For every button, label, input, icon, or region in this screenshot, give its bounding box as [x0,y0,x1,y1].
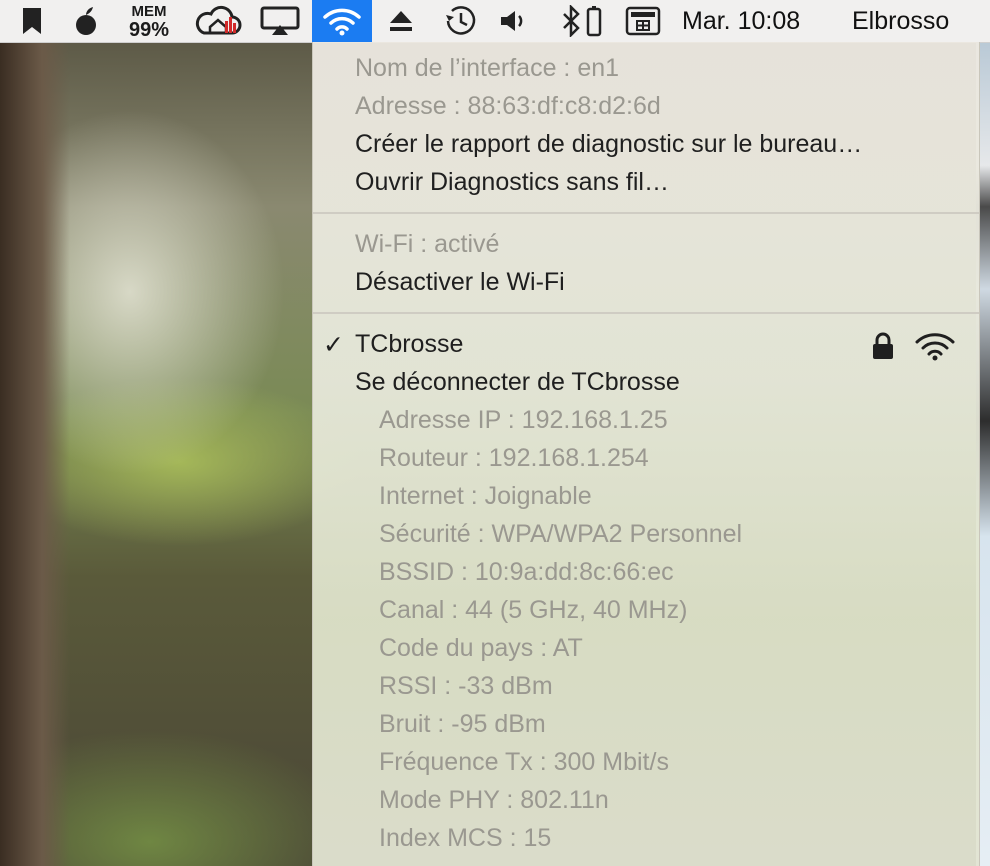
detail-noise: Bruit : -95 dBm [379,710,546,738]
interface-name-row: Nom de l’interface : en1 [313,50,979,88]
user-name[interactable]: Elbrosso [852,0,972,42]
create-report-menu-item[interactable]: Créer le rapport de diagnostic sur le bu… [313,126,979,164]
lock-icon [873,332,893,359]
create-report-label: Créer le rapport de diagnostic sur le bu… [355,130,863,158]
home-cloud-icon[interactable] [192,0,244,42]
detail-phy-mode-row: Mode PHY : 802.11n [313,782,979,820]
mac-address-label: Adresse : 88:63:df:c8:d2:6d [355,92,661,120]
wifi-status-label: Wi-Fi : activé [355,230,500,258]
detail-internet-row: Internet : Joignable [313,478,979,516]
menu-separator [313,212,979,214]
detail-security: Sécurité : WPA/WPA2 Personnel [379,520,743,548]
detail-tx-rate-row: Fréquence Tx : 300 Mbit/s [313,744,979,782]
detail-security-row: Sécurité : WPA/WPA2 Personnel [313,516,979,554]
detail-bssid: BSSID : 10:9a:dd:8c:66:ec [379,558,674,586]
apple-icon[interactable] [66,0,106,42]
detail-rssi: RSSI : -33 dBm [379,672,553,700]
detail-ip-row: Adresse IP : 192.168.1.25 [313,402,979,440]
detail-router: Routeur : 192.168.1.254 [379,444,649,472]
address-row: Adresse : 88:63:df:c8:d2:6d [313,88,979,126]
memory-value: 99% [128,19,170,41]
network-item-tcbrosse[interactable]: ✓ TCbrosse [313,326,979,364]
menu-separator [313,312,979,314]
interface-name-label: Nom de l’interface : en1 [355,54,620,82]
keyboard-icon[interactable] [622,0,664,42]
detail-channel: Canal : 44 (5 GHz, 40 MHz) [379,596,688,624]
detail-country: Code du pays : AT [379,634,583,662]
eject-icon[interactable] [384,0,418,42]
bluetooth-icon[interactable] [556,0,606,42]
network-name: TCbrosse [355,330,464,358]
detail-bssid-row: BSSID : 10:9a:dd:8c:66:ec [313,554,979,592]
detail-tx-rate: Fréquence Tx : 300 Mbit/s [379,748,669,776]
disconnect-label: Se déconnecter de TCbrosse [355,368,680,396]
detail-rssi-row: RSSI : -33 dBm [313,668,979,706]
disable-wifi-menu-item[interactable]: Désactiver le Wi-Fi [313,264,979,302]
disable-wifi-label: Désactiver le Wi-Fi [355,268,565,296]
detail-mcs-index: Index MCS : 15 [379,824,552,852]
detail-channel-row: Canal : 44 (5 GHz, 40 MHz) [313,592,979,630]
wifi-icon[interactable] [312,0,372,42]
wifi-signal-icon [915,333,955,361]
airplay-icon[interactable] [258,0,302,42]
clock[interactable]: Mar. 10:08 [682,0,824,42]
detail-internet: Internet : Joignable [379,482,592,510]
wifi-dropdown-menu: Nom de l’interface : en1 Adresse : 88:63… [312,42,980,866]
checkmark-icon: ✓ [323,331,344,359]
bookmark-icon[interactable] [14,0,50,42]
open-diagnostics-menu-item[interactable]: Ouvrir Diagnostics sans fil… [313,164,979,202]
desktop-tree-trunk [0,42,70,866]
detail-ip: Adresse IP : 192.168.1.25 [379,406,668,434]
detail-noise-row: Bruit : -95 dBm [313,706,979,744]
memory-monitor-icon[interactable]: MEM 99% [118,0,180,42]
menu-bar: MEM 99% Mar. 10:08 Elbrosso [0,0,990,43]
wifi-status-row: Wi-Fi : activé [313,226,979,264]
time-machine-icon[interactable] [440,0,482,42]
detail-mcs-index-row: Index MCS : 15 [313,820,979,858]
detail-country-row: Code du pays : AT [313,630,979,668]
volume-icon[interactable] [496,0,532,42]
open-diagnostics-label: Ouvrir Diagnostics sans fil… [355,168,669,196]
detail-phy-mode: Mode PHY : 802.11n [379,786,609,814]
detail-router-row: Routeur : 192.168.1.254 [313,440,979,478]
disconnect-menu-item[interactable]: Se déconnecter de TCbrosse [313,364,979,402]
